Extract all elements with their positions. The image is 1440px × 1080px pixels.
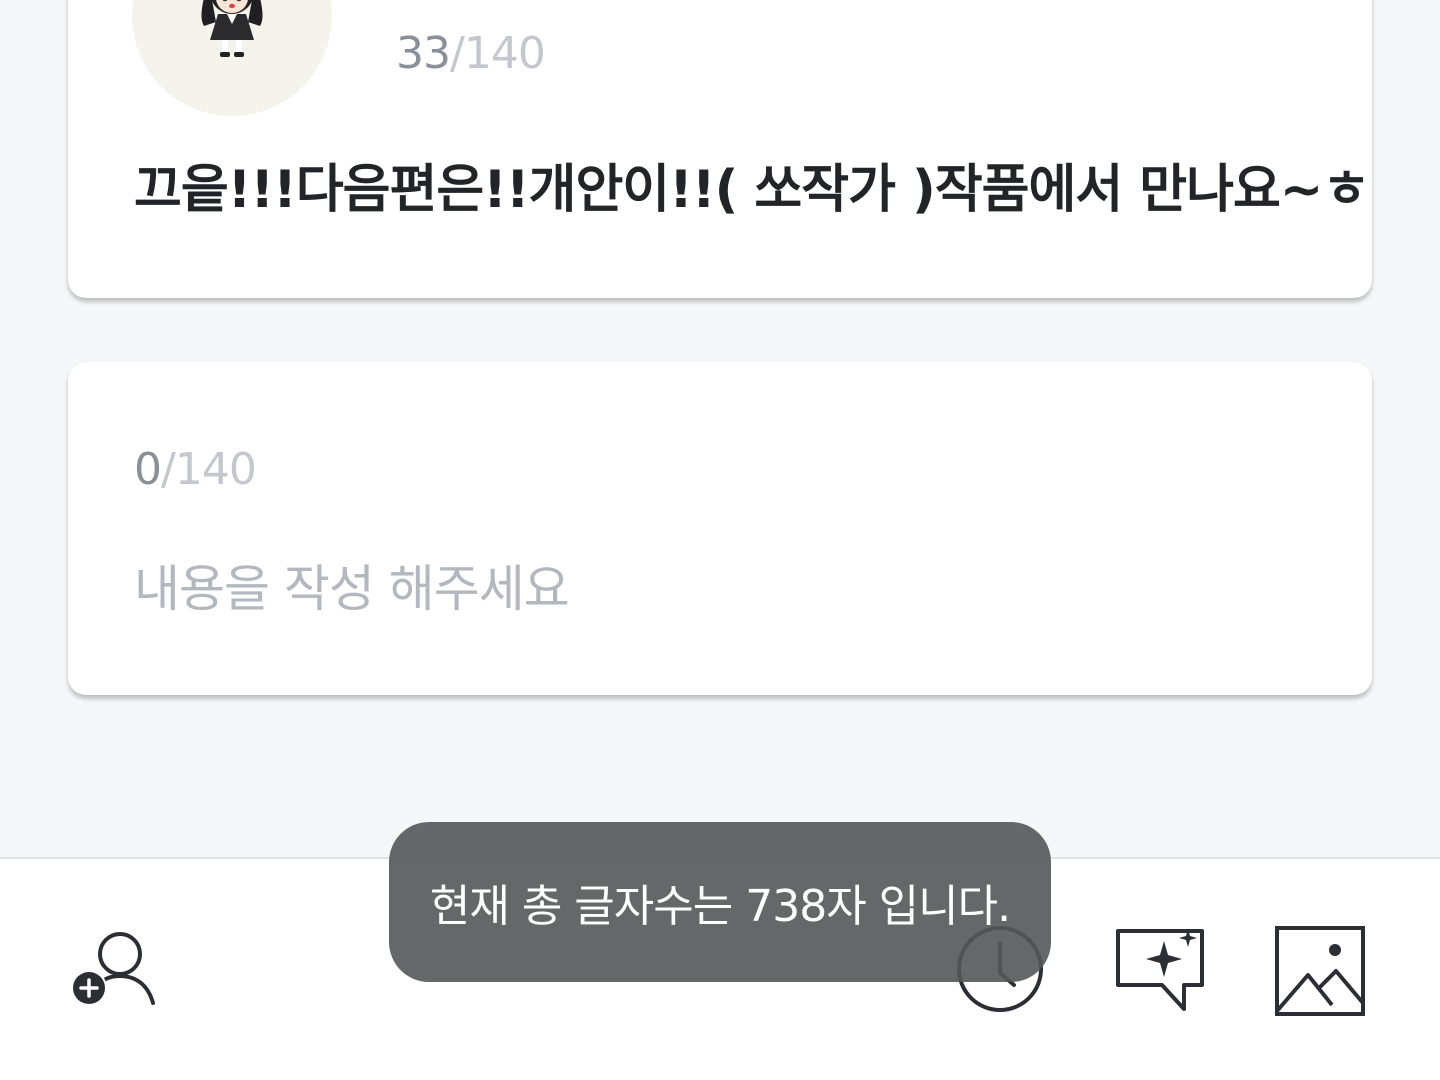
composer-char-count: 0 bbox=[134, 444, 162, 495]
composer-card[interactable]: 0/140 내용을 작성 해주세요 bbox=[68, 362, 1372, 695]
story-editor-screen: 33/140 끄읕!!!다음편은!!개안이!!( 쏘작가 )작품에서 만나요~ㅎ… bbox=[0, 0, 1440, 1080]
ai-sparkle-chat-icon[interactable] bbox=[1114, 927, 1206, 1019]
character-avatar-illustration bbox=[201, 0, 263, 57]
post-char-counter: 33/140 bbox=[396, 32, 546, 76]
composer-input[interactable]: 내용을 작성 해주세요 bbox=[134, 562, 570, 617]
composer-char-counter: 0/140 bbox=[134, 448, 257, 492]
toast-message: 현재 총 글자수는 738자 입니다. bbox=[429, 881, 1011, 932]
composer-char-max: 140 bbox=[174, 444, 257, 495]
add-character-icon[interactable] bbox=[68, 931, 160, 1011]
composer-char-separator: / bbox=[161, 444, 176, 495]
image-icon[interactable] bbox=[1274, 925, 1366, 1017]
character-avatar[interactable] bbox=[132, 0, 332, 116]
post-char-count: 33 bbox=[396, 28, 451, 79]
post-char-max: 140 bbox=[463, 28, 546, 79]
post-text[interactable]: 끄읕!!!다음편은!!개안이!!( 쏘작가 )작품에서 만나요~ㅎ bbox=[134, 161, 1370, 219]
post-char-separator: / bbox=[450, 28, 465, 79]
post-card[interactable]: 33/140 끄읕!!!다음편은!!개안이!!( 쏘작가 )작품에서 만나요~ㅎ bbox=[68, 0, 1372, 298]
char-count-toast: 현재 총 글자수는 738자 입니다. bbox=[389, 822, 1051, 982]
